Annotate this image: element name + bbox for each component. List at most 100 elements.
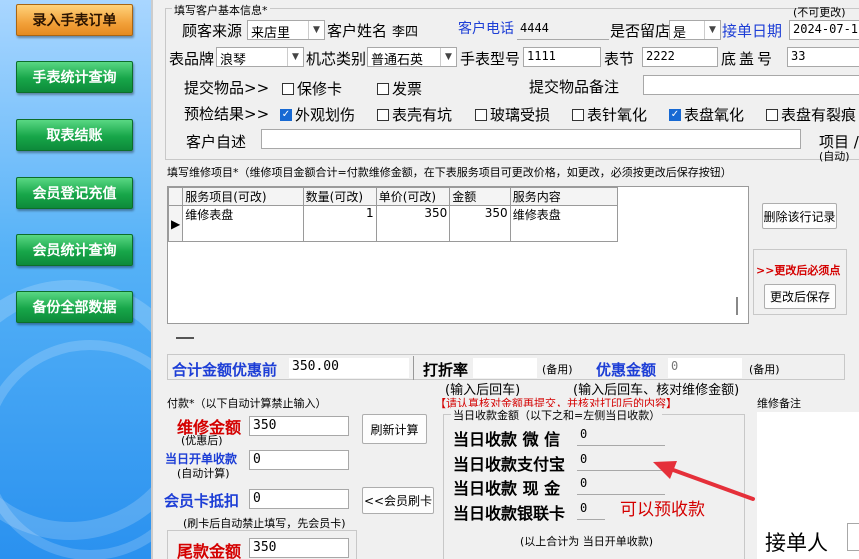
nav-button-new-order[interactable]: 录入手表订单 — [16, 4, 133, 36]
repair-amount-sub: (优惠后) — [181, 434, 223, 447]
discount-amount-label: 优惠金额 — [596, 361, 657, 379]
nav-button-member-stats[interactable]: 会员统计查询 — [16, 234, 133, 266]
checkbox-label: 表盘氧化 — [684, 106, 745, 124]
col-content: 服务内容 — [509, 187, 619, 206]
total-value: 350.00 — [289, 358, 409, 378]
repair-section-title: 填写维修项目*（维修项目金额合计=付款维修金额，在下表服务项目可更改价格，如更改… — [167, 166, 732, 179]
phone-input[interactable]: 4444 — [517, 20, 609, 40]
source-select[interactable]: 来店里 ▼ — [247, 20, 325, 41]
repair-grid: 服务项目(可改) 数量(可改) 单价(可改) 金额 服务内容 ▶ 维修表盘 1 … — [167, 186, 749, 324]
phone-label: 客户电话 — [458, 21, 514, 37]
checkbox-label: 表盘有裂痕 — [781, 106, 857, 124]
checkbox-box — [572, 108, 584, 121]
precheck-hands-checkbox[interactable]: 表针氧化 — [572, 104, 647, 125]
source-value: 来店里 — [251, 26, 291, 41]
checkbox-box — [766, 108, 778, 121]
balance-value: 350 — [249, 538, 349, 558]
member-card-label: 会员卡抵扣 — [164, 492, 240, 510]
cell-content[interactable]: 维修表盘 — [509, 205, 619, 242]
reserve-label-1: (备用) — [542, 363, 573, 376]
receiver-label: 接单人 — [765, 531, 828, 555]
sidebar: 录入手表订单 手表统计查询 取表结账 会员登记充值 会员统计查询 备份全部数据 — [0, 0, 151, 559]
submit-note-input[interactable] — [643, 75, 859, 95]
keep-store-select[interactable]: 是 ▼ — [669, 20, 721, 41]
checkbox-label: 外观划伤 — [295, 106, 356, 124]
discount-rate-label: 打折率 — [423, 361, 469, 379]
cell-qty[interactable]: 1 — [302, 205, 377, 242]
discount-amount-input[interactable]: 0 — [668, 358, 742, 378]
recalculate-button[interactable]: 刷新计算 — [362, 414, 427, 444]
row-divider — [176, 337, 194, 339]
caseback-label: 底盖号 — [721, 50, 776, 68]
checkbox-box — [377, 108, 389, 121]
scrollbar-thumb[interactable] — [736, 297, 738, 315]
order-date-input[interactable]: 2024-07-1 — [789, 20, 859, 40]
member-card-hint: (刷卡后自动禁止填写，先会员卡) — [183, 517, 346, 530]
nav-button-watch-stats[interactable]: 手表统计查询 — [16, 61, 133, 93]
arrow-icon — [653, 461, 755, 501]
checkbox-label: 表壳有坑 — [392, 106, 453, 124]
member-swipe-button[interactable]: <<会员刷卡 — [362, 487, 434, 514]
balance-label: 尾款金额 — [177, 542, 242, 559]
nav-button-pickup-checkout[interactable]: 取表结账 — [16, 119, 133, 151]
source-label: 顾客来源 — [182, 22, 243, 40]
invoice-checkbox[interactable]: 发票 — [377, 78, 422, 99]
must-save-note: >>更改后必须点 — [756, 264, 841, 277]
wechat-input[interactable]: 0 — [577, 426, 665, 446]
customer-section-title: 填写客户基本信息* — [172, 2, 270, 18]
order-form: 填写客户基本信息* (不可更改) 顾客来源 来店里 ▼ 客户姓名 李四 客户电话 … — [151, 0, 859, 559]
discount-rate-input[interactable] — [473, 358, 537, 378]
precheck-dial-crack-checkbox[interactable]: 表盘有裂痕 — [766, 104, 856, 125]
receiver-input[interactable] — [847, 523, 859, 551]
watch-section-input[interactable]: 2222 — [642, 47, 718, 67]
today-order-sub: (自动计算) — [177, 467, 230, 480]
item-auto-label: (自动) — [819, 150, 850, 163]
col-price: 单价(可改) — [375, 187, 451, 206]
checkbox-label: 保修卡 — [297, 80, 343, 98]
not-editable-note: (不可更改) — [793, 6, 846, 19]
sum-note: (以上合计为 当日开单收款) — [520, 535, 654, 548]
row-selector-icon[interactable]: ▶ — [167, 205, 184, 242]
today-collection-title: 当日收款金额（以下之和=左侧当日收款） — [451, 407, 663, 423]
keep-store-label: 是否留店 — [610, 22, 671, 40]
row-header-corner — [167, 187, 184, 206]
checkbox-label: 表针氧化 — [587, 106, 648, 124]
submit-items-label: 提交物品>> — [184, 79, 270, 97]
name-input[interactable]: 李四 — [389, 20, 451, 40]
save-changes-button[interactable]: 更改后保存 — [764, 284, 836, 309]
table-row[interactable]: ▶ 维修表盘 1 350 350 维修表盘 — [167, 205, 619, 242]
alipay-label: 当日收款支付宝 — [453, 455, 566, 474]
keep-store-value: 是 — [673, 26, 687, 41]
col-qty: 数量(可改) — [302, 187, 377, 206]
nav-button-backup-data[interactable]: 备份全部数据 — [16, 291, 133, 323]
delete-row-button[interactable]: 删除该行记录 — [762, 203, 837, 229]
submit-note-label: 提交物品备注 — [529, 78, 620, 96]
statement-input[interactable] — [261, 129, 801, 149]
precheck-case-dent-checkbox[interactable]: 表壳有坑 — [377, 104, 452, 125]
model-label: 手表型号 — [460, 50, 521, 68]
col-service: 服务项目(可改) — [182, 187, 304, 206]
watch-section-label: 表节 — [604, 50, 635, 68]
precheck-scratch-checkbox[interactable]: ✓ 外观划伤 — [280, 104, 355, 125]
repair-amount-value: 350 — [249, 416, 349, 436]
unionpay-input[interactable]: 0 — [577, 500, 605, 520]
payment-section-title: 付款*（以下自动计算禁止输入） — [167, 397, 327, 410]
col-amount: 金额 — [449, 187, 511, 206]
nav-button-member-recharge[interactable]: 会员登记充值 — [16, 177, 133, 209]
cell-amount[interactable]: 350 — [449, 205, 511, 242]
today-order-value: 0 — [249, 450, 349, 470]
checkbox-label: 发票 — [392, 80, 423, 98]
brand-value: 浪琴 — [220, 53, 247, 68]
brand-select[interactable]: 浪琴 ▼ — [216, 47, 304, 68]
movement-select[interactable]: 普通石英 ▼ — [367, 47, 457, 68]
model-input[interactable]: 1111 — [523, 47, 601, 67]
precheck-dial-oxidation-checkbox[interactable]: ✓ 表盘氧化 — [669, 104, 744, 125]
precheck-glass-checkbox[interactable]: 玻璃受损 — [475, 104, 550, 125]
cell-price[interactable]: 350 — [375, 205, 451, 242]
warranty-card-checkbox[interactable]: 保修卡 — [282, 78, 342, 99]
divider — [413, 356, 414, 380]
order-date-label: 接单日期 — [722, 22, 783, 40]
member-card-value: 0 — [249, 489, 349, 509]
cell-service[interactable]: 维修表盘 — [182, 205, 304, 242]
caseback-input[interactable]: 33 — [787, 47, 859, 67]
